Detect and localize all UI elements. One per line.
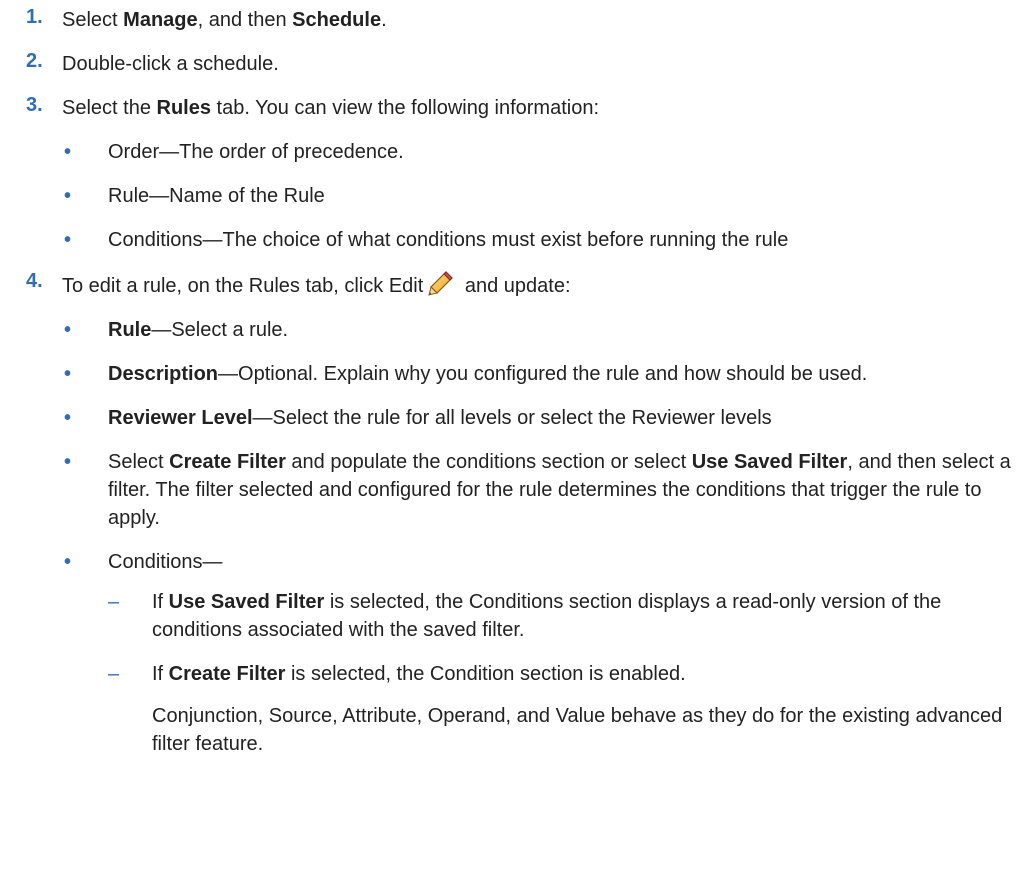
menu-manage: Manage — [123, 9, 198, 31]
conditions-sub-list: – If Use Saved Filter is selected, the Co… — [108, 588, 1035, 758]
list-item: • Reviewer Level—Select the rule for all … — [62, 404, 1035, 432]
list-item: • Description—Optional. Explain why you c… — [62, 360, 1035, 388]
step-text: Select Manage, and then Schedule. — [62, 9, 387, 31]
rules-info-list: • Order—The order of precedence. • Rule—Na… — [62, 138, 1035, 254]
bullet-icon: • — [64, 185, 72, 207]
step-text: To edit a rule, on the Rules tab, click … — [62, 270, 1035, 300]
sub-list-item: – If Use Saved Filter is selected, the Co… — [108, 588, 1035, 644]
list-item: • Conditions— – If Use Saved Filter is sel… — [62, 548, 1035, 758]
instructions-document: 1. Select Manage, and then Schedule. 2. … — [0, 0, 1035, 880]
bullet-icon: • — [64, 551, 72, 573]
step-number: 2. — [26, 50, 43, 72]
menu-schedule: Schedule — [292, 9, 382, 31]
dash-icon: – — [108, 591, 120, 613]
list-item: • Rule—Select a rule. — [62, 316, 1035, 344]
step-text: Select the Rules tab. You can view the f… — [62, 97, 600, 119]
step-2: 2. Double-click a schedule. — [0, 50, 1035, 78]
sub-paragraph: Conjunction, Source, Attribute, Operand,… — [152, 705, 1003, 755]
step-text: Double-click a schedule. — [62, 53, 279, 75]
bullet-icon: • — [64, 319, 72, 341]
list-item: • Select Create Filter and populate the c… — [62, 448, 1035, 532]
list-item: • Conditions—The choice of what condition… — [62, 226, 1035, 254]
step-number: 4. — [26, 270, 43, 292]
list-item: • Rule—Name of the Rule — [62, 182, 1035, 210]
step-1: 1. Select Manage, and then Schedule. — [0, 6, 1035, 34]
pencil-edit-icon — [427, 270, 455, 296]
step-3: 3. Select the Rules tab. You can view th… — [0, 94, 1035, 254]
edit-rule-list: • Rule—Select a rule. • Description—Option… — [62, 316, 1035, 758]
sub-list-item: – If Create Filter is selected, the Condi… — [108, 660, 1035, 758]
list-item: • Order—The order of precedence. — [62, 138, 1035, 166]
bullet-icon: • — [64, 407, 72, 429]
step-number: 1. — [26, 6, 43, 28]
bullet-icon: • — [64, 363, 72, 385]
bullet-icon: • — [64, 451, 72, 473]
step-4: 4. To edit a rule, on the Rules tab, cli… — [0, 270, 1035, 758]
step-number: 3. — [26, 94, 43, 116]
bullet-icon: • — [64, 229, 72, 251]
bullet-icon: • — [64, 141, 72, 163]
dash-icon: – — [108, 663, 120, 685]
tab-rules: Rules — [156, 97, 211, 119]
